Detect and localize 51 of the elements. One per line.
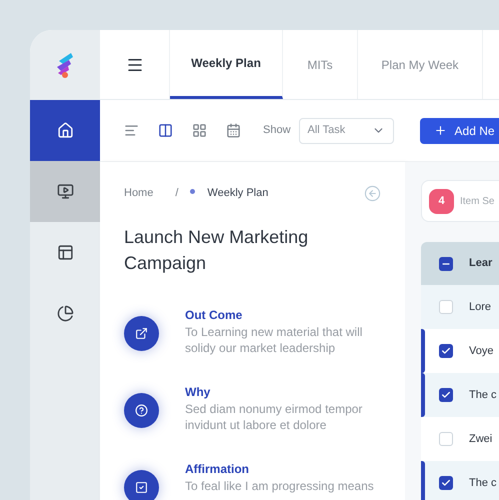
- section-heading: Why: [185, 384, 212, 401]
- logo-icon: [55, 51, 75, 79]
- checkbox-icon: [135, 481, 148, 494]
- add-new-button[interactable]: Add Ne: [420, 118, 499, 144]
- placeholder-text: Item Se: [460, 194, 494, 208]
- checkbox[interactable]: [439, 344, 453, 358]
- section-heading: Affirmation: [185, 461, 250, 478]
- layout-icon: [56, 244, 74, 261]
- columns-view-icon[interactable]: [158, 123, 173, 138]
- section-text: To feal like I am progressing means: [185, 478, 375, 494]
- check-icon: [441, 390, 451, 400]
- table-row[interactable]: Zwei: [421, 417, 499, 461]
- table-cell-text: Voye: [469, 344, 494, 359]
- checkbox[interactable]: [439, 256, 453, 270]
- table-row[interactable]: Voye: [421, 329, 499, 373]
- home-icon: [56, 122, 74, 139]
- breadcrumb-link[interactable]: Home: [124, 185, 154, 202]
- grid-view-icon[interactable]: [192, 123, 207, 138]
- count-badge: 4: [429, 188, 454, 214]
- pie-chart-icon: [56, 305, 74, 322]
- screen-icon: [56, 183, 74, 200]
- calendar-icon[interactable]: [226, 123, 241, 138]
- breadcrumb-separator: /: [175, 186, 178, 202]
- table-cell-text: Lore: [469, 300, 492, 315]
- column-heading: Lear: [469, 256, 492, 272]
- question-icon: [135, 404, 148, 417]
- table-cell-text: Zwei: [469, 432, 492, 447]
- show-label: Show: [263, 123, 291, 138]
- sidebar-item[interactable]: [30, 100, 100, 161]
- section-heading: Out Come: [185, 307, 244, 324]
- external-link-icon: [135, 327, 148, 340]
- breadcrumb-current: Weekly Plan: [207, 186, 268, 202]
- section-text: Sed diam nonumy eirmod tempor invidunt ut labore et dolore: [185, 401, 364, 433]
- list-view-icon[interactable]: [124, 123, 139, 138]
- checkbox[interactable]: [439, 388, 453, 402]
- checkbox[interactable]: [439, 300, 453, 314]
- check-icon: [441, 346, 451, 356]
- table-cell-text: The c: [469, 476, 497, 491]
- checkbox[interactable]: [439, 476, 453, 490]
- table-row[interactable]: The c: [421, 461, 499, 500]
- table-cell-text: The c: [469, 388, 497, 403]
- tab[interactable]: Weekly Plan: [170, 30, 283, 99]
- table-row[interactable]: Lore: [421, 285, 499, 329]
- checkbox[interactable]: [439, 432, 453, 446]
- section-text: To Learning new material that will solidy our market leadership: [185, 324, 364, 356]
- bullet-icon: [190, 189, 196, 194]
- page-title: Launch New Marketing Campaign: [124, 226, 310, 275]
- sidebar-item[interactable]: [30, 161, 100, 222]
- table-row[interactable]: The c: [421, 373, 499, 417]
- check-icon: [441, 478, 451, 488]
- plus-icon: [434, 124, 447, 137]
